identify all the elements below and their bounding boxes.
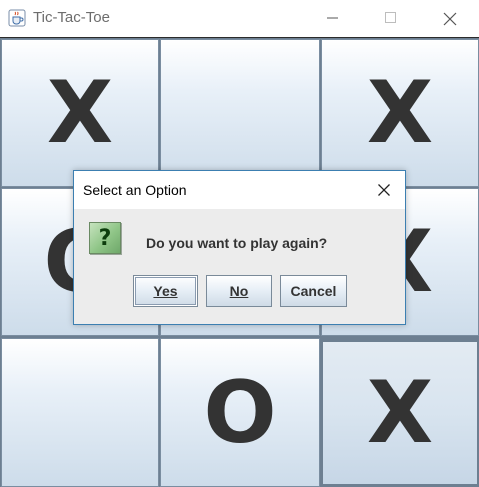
board-cell-9[interactable]: X — [321, 340, 479, 486]
yes-button-label: Yes — [153, 283, 178, 299]
yes-button[interactable]: Yes — [133, 275, 198, 307]
maximize-button[interactable] — [369, 0, 415, 37]
java-coffee-icon[interactable] — [8, 9, 26, 27]
cell-mark: X — [366, 363, 434, 463]
dialog-title: Select an Option — [83, 182, 187, 198]
app-window: Tic-Tac-Toe X X O X O X Sele — [0, 0, 479, 487]
cell-mark: X — [46, 63, 114, 163]
board-cell-2[interactable] — [160, 39, 320, 187]
cancel-button[interactable]: Cancel — [280, 275, 347, 307]
no-button-label: No — [229, 283, 249, 299]
no-button[interactable]: No — [206, 275, 272, 307]
question-glyph: ? — [98, 225, 112, 251]
question-icon: ? — [89, 222, 121, 254]
window-title: Tic-Tac-Toe — [33, 9, 110, 26]
cell-mark: X — [366, 63, 434, 163]
title-bar: Tic-Tac-Toe — [0, 0, 479, 38]
close-icon — [443, 12, 457, 26]
dialog-close-button[interactable] — [370, 177, 398, 203]
cell-mark: O — [203, 362, 277, 463]
maximize-icon — [385, 12, 396, 23]
close-icon — [378, 184, 390, 196]
cancel-button-label: Cancel — [290, 283, 337, 299]
minimize-icon — [327, 17, 338, 19]
board-cell-1[interactable]: X — [1, 39, 159, 187]
minimize-button[interactable] — [311, 0, 357, 37]
play-again-dialog: Select an Option ? Do you want to play a… — [73, 170, 406, 325]
board-cell-8[interactable]: O — [160, 338, 320, 487]
board-cell-3[interactable]: X — [321, 39, 479, 187]
close-button[interactable] — [427, 0, 473, 37]
dialog-title-bar: Select an Option — [74, 171, 405, 209]
dialog-message: Do you want to play again? — [146, 235, 328, 251]
board-cell-7[interactable] — [1, 338, 159, 487]
